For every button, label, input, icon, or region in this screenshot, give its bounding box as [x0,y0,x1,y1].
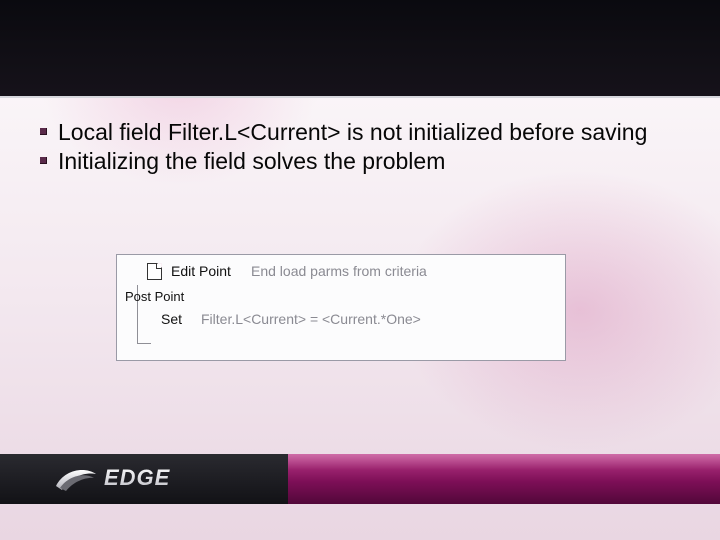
edit-point-desc: End load parms from criteria [251,263,427,279]
bullet-item: Local field Filter.L<Current> is not ini… [36,118,680,147]
tree-line [137,343,151,344]
content-area: Local field Filter.L<Current> is not ini… [36,118,680,177]
set-expression: Filter.L<Current> = <Current.*One> [201,311,421,327]
code-screenshot: Edit Point End load parms from criteria … [116,254,566,361]
edit-point-label: Edit Point [171,263,231,279]
edge-logo: EDGE [54,464,170,492]
bullet-list: Local field Filter.L<Current> is not ini… [36,118,680,177]
title-band [0,0,720,96]
swoosh-icon [54,464,98,492]
page-icon [147,263,162,280]
bullet-item: Initializing the field solves the proble… [36,147,680,176]
footer-right [288,454,720,504]
bullet-text: Local field Filter.L<Current> is not ini… [58,119,647,145]
bullet-text: Initializing the field solves the proble… [58,148,445,174]
set-keyword: Set [161,311,182,327]
footer-left: EDGE [0,454,288,504]
logo-text: EDGE [104,465,170,491]
post-point-label: Post Point [125,289,184,304]
footer-band: EDGE [0,454,720,504]
slide: Local field Filter.L<Current> is not ini… [0,0,720,540]
